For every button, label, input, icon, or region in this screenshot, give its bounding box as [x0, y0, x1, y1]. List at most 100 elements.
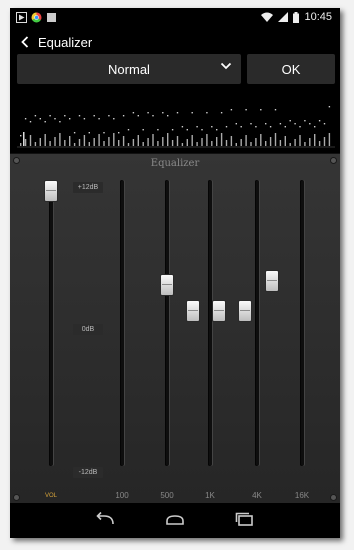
chrome-icon — [31, 12, 42, 23]
visualizer-bar — [284, 136, 286, 146]
visualizer-bar — [304, 142, 306, 146]
visualizer-bar — [122, 136, 125, 146]
visualizer-bar — [269, 137, 272, 146]
db-label-bottom: -12dB — [73, 467, 103, 478]
visualizer-peak — [157, 129, 159, 131]
preset-dropdown[interactable]: Normal — [17, 54, 241, 84]
visualizer-peak — [167, 115, 169, 117]
ok-button[interactable]: OK — [247, 54, 335, 84]
wifi-icon — [261, 12, 274, 22]
visualizer-peak — [250, 123, 252, 125]
visualizer-bar — [39, 138, 41, 146]
band-label: 100 — [115, 491, 129, 500]
back-button[interactable] — [14, 28, 36, 56]
visualizer-peak — [196, 126, 198, 128]
visualizer-peak — [255, 126, 257, 128]
db-label-top: +12dB — [73, 182, 103, 193]
visualizer-bar — [216, 137, 218, 146]
visualizer-peak — [294, 123, 296, 125]
visualizer-bar — [137, 135, 139, 146]
visualizer-peak — [20, 135, 22, 137]
band-label: 500 — [160, 491, 174, 500]
visualizer-bar — [73, 143, 76, 146]
visualizer-peak — [73, 132, 76, 134]
visualizer-bar — [206, 134, 208, 146]
play-store-icon — [16, 12, 27, 23]
visualizer-peak — [88, 132, 90, 134]
visualizer-peak — [279, 123, 282, 125]
band-track[interactable] — [208, 180, 212, 466]
visualizer-bar — [132, 139, 135, 146]
band-track[interactable] — [255, 180, 259, 466]
visualizer-bar — [230, 136, 233, 146]
visualizer-peak — [220, 112, 223, 114]
ok-button-label: OK — [281, 61, 301, 77]
back-icon[interactable] — [93, 509, 117, 531]
visualizer-peak — [274, 109, 277, 111]
visualizer-peak — [318, 120, 321, 122]
visualizer-bar — [44, 134, 46, 146]
image-icon — [47, 13, 56, 22]
visualizer-bar — [279, 140, 282, 146]
visualizer-bar — [118, 140, 120, 146]
action-bar: Equalizer — [10, 28, 340, 56]
home-icon[interactable] — [163, 509, 187, 531]
visualizer-peak — [206, 112, 208, 114]
visualizer-bar — [314, 134, 316, 146]
recents-icon[interactable] — [233, 509, 257, 531]
page-title: Equalizer — [38, 34, 93, 50]
navigation-bar — [10, 503, 340, 538]
spectrum-visualizer — [17, 106, 335, 148]
visualizer-bar — [23, 132, 25, 146]
visualizer-bar — [255, 138, 257, 146]
visualizer-peak — [314, 126, 316, 128]
band-knob-16k[interactable] — [265, 270, 279, 292]
visualizer-bar — [64, 140, 66, 146]
band-knob-100[interactable] — [160, 274, 174, 296]
visualizer-peak — [98, 118, 100, 120]
visualizer-bar — [196, 142, 198, 146]
visualizer-bar — [24, 139, 27, 146]
notification-icons — [16, 12, 57, 23]
band-knob-4k[interactable] — [238, 300, 252, 322]
visualizer-bar — [127, 143, 130, 146]
visualizer-peak — [323, 123, 326, 125]
visualizer-bar — [88, 142, 90, 146]
visualizer-bar — [309, 138, 311, 146]
band-knob-1k[interactable] — [212, 300, 226, 322]
visualizer-peak — [147, 112, 149, 114]
visualizer-peak — [240, 126, 242, 128]
visualizer-peak — [309, 123, 311, 125]
band-track[interactable] — [120, 180, 124, 466]
band-track[interactable] — [300, 180, 304, 466]
volume-track[interactable] — [49, 180, 53, 466]
device-screen: 10:45 Equalizer Normal OK Equalizer +12d… — [10, 8, 340, 538]
visualizer-bar — [103, 141, 105, 146]
visualizer-bar — [294, 139, 296, 146]
visualizer-bar — [299, 135, 301, 146]
volume-knob[interactable] — [44, 180, 58, 202]
visualizer-bar — [211, 141, 213, 146]
battery-icon — [293, 11, 300, 23]
band-track[interactable] — [165, 180, 169, 466]
visualizer-bar — [318, 141, 321, 146]
visualizer-bar — [245, 135, 247, 146]
visualizer-peak — [93, 115, 95, 117]
chevron-down-icon — [220, 62, 232, 70]
visualizer-peak — [289, 120, 291, 122]
screw-top-left — [13, 157, 20, 164]
visualizer-peak — [162, 112, 164, 114]
visualizer-bar — [274, 133, 277, 146]
cell-signal-icon — [278, 12, 289, 22]
visualizer-bar — [157, 141, 159, 146]
db-label-mid: 0dB — [73, 324, 103, 335]
visualizer-bar — [250, 142, 252, 146]
vol-label: VOL — [44, 493, 57, 499]
visualizer-peak — [78, 115, 81, 117]
visualizer-bar — [34, 142, 37, 146]
visualizer-bar — [162, 137, 164, 146]
band-knob-500[interactable] — [186, 300, 200, 322]
visualizer-bar — [171, 140, 174, 146]
visualizer-bar — [220, 133, 223, 146]
visualizer-bar — [235, 143, 237, 146]
